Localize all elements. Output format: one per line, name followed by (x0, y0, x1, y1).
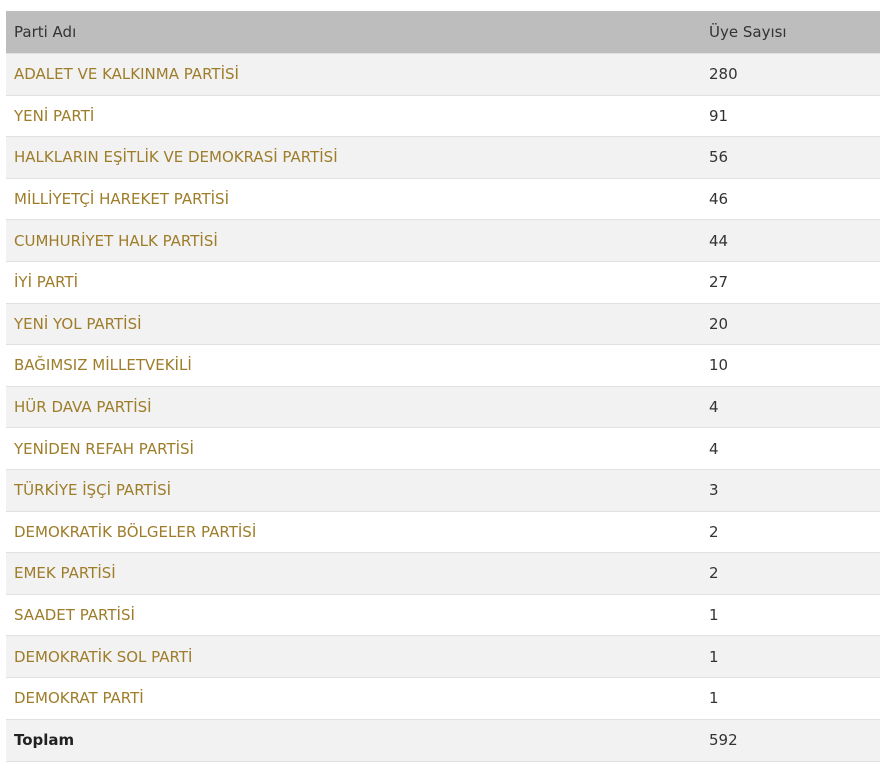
table-header: Parti Adı Üye Sayısı (6, 11, 880, 54)
party-name-link[interactable]: ADALET VE KALKINMA PARTİSİ (6, 53, 701, 96)
member-count: 1 (701, 635, 880, 678)
column-header-party: Parti Adı (6, 11, 701, 54)
party-name-link[interactable]: YENİ PARTİ (6, 94, 701, 137)
party-name-link[interactable]: TÜRKİYE İŞÇİ PARTİSİ (6, 468, 701, 512)
member-count: 4 (701, 427, 880, 470)
member-count: 3 (701, 468, 880, 512)
party-membership-table-container: Parti Adı Üye Sayısı ADALET VE KALKINMA … (6, 11, 880, 762)
party-name-link[interactable]: YENİ YOL PARTİSİ (6, 302, 701, 345)
table-row: DEMOKRATİK BÖLGELER PARTİSİ 2 (6, 510, 880, 553)
table-row: HALKLARIN EŞİTLİK VE DEMOKRASİ PARTİSİ 56 (6, 136, 880, 179)
party-name-link[interactable]: MİLLİYETÇİ HAREKET PARTİSİ (6, 177, 701, 220)
table-row: MİLLİYETÇİ HAREKET PARTİSİ 46 (6, 177, 880, 220)
table-row: ADALET VE KALKINMA PARTİSİ 280 (6, 53, 880, 96)
column-header-members: Üye Sayısı (701, 11, 880, 54)
table-row: EMEK PARTİSİ 2 (6, 552, 880, 595)
member-count: 56 (701, 136, 880, 179)
header-row: Parti Adı Üye Sayısı (6, 11, 880, 54)
table-row: CUMHURİYET HALK PARTİSİ 44 (6, 219, 880, 262)
party-name-link[interactable]: YENİDEN REFAH PARTİSİ (6, 427, 701, 470)
table-row: DEMOKRAT PARTİ 1 (6, 676, 880, 719)
member-count: 2 (701, 552, 880, 595)
member-count: 280 (701, 53, 880, 96)
party-name-link[interactable]: DEMOKRATİK BÖLGELER PARTİSİ (6, 510, 701, 553)
member-count: 10 (701, 344, 880, 387)
party-name-link[interactable]: CUMHURİYET HALK PARTİSİ (6, 219, 701, 262)
table-row: SAADET PARTİSİ 1 (6, 593, 880, 636)
member-count: 1 (701, 676, 880, 719)
member-count: 2 (701, 510, 880, 553)
member-count: 20 (701, 302, 880, 345)
table-row: YENİ YOL PARTİSİ 20 (6, 302, 880, 345)
total-value: 592 (701, 718, 880, 762)
party-name-link[interactable]: BAĞIMSIZ MİLLETVEKİLİ (6, 344, 701, 387)
table-row: YENİDEN REFAH PARTİSİ 4 (6, 427, 880, 470)
party-name-link[interactable]: DEMOKRATİK SOL PARTİ (6, 635, 701, 678)
table-body: ADALET VE KALKINMA PARTİSİ 280 YENİ PARTİ 9… (6, 53, 880, 719)
party-name-link[interactable]: SAADET PARTİSİ (6, 593, 701, 636)
table-footer: Toplam 592 (6, 718, 880, 762)
table-row: TÜRKİYE İŞÇİ PARTİSİ 3 (6, 468, 880, 512)
member-count: 27 (701, 260, 880, 304)
table-row: BAĞIMSIZ MİLLETVEKİLİ 10 (6, 344, 880, 387)
table-row: İYİ PARTİ 27 (6, 260, 880, 304)
member-count: 91 (701, 94, 880, 137)
party-name-link[interactable]: EMEK PARTİSİ (6, 552, 701, 595)
total-label: Toplam (6, 718, 701, 762)
table-row: DEMOKRATİK SOL PARTİ 1 (6, 635, 880, 678)
table-row: YENİ PARTİ 91 (6, 94, 880, 137)
table-row: HÜR DAVA PARTİSİ 4 (6, 385, 880, 428)
party-name-link[interactable]: İYİ PARTİ (6, 260, 701, 304)
party-name-link[interactable]: HALKLARIN EŞİTLİK VE DEMOKRASİ PARTİSİ (6, 136, 701, 179)
member-count: 44 (701, 219, 880, 262)
member-count: 4 (701, 385, 880, 428)
total-row: Toplam 592 (6, 718, 880, 762)
party-name-link[interactable]: DEMOKRAT PARTİ (6, 676, 701, 719)
member-count: 1 (701, 593, 880, 636)
party-membership-table: Parti Adı Üye Sayısı ADALET VE KALKINMA … (6, 11, 880, 762)
party-name-link[interactable]: HÜR DAVA PARTİSİ (6, 385, 701, 428)
member-count: 46 (701, 177, 880, 220)
